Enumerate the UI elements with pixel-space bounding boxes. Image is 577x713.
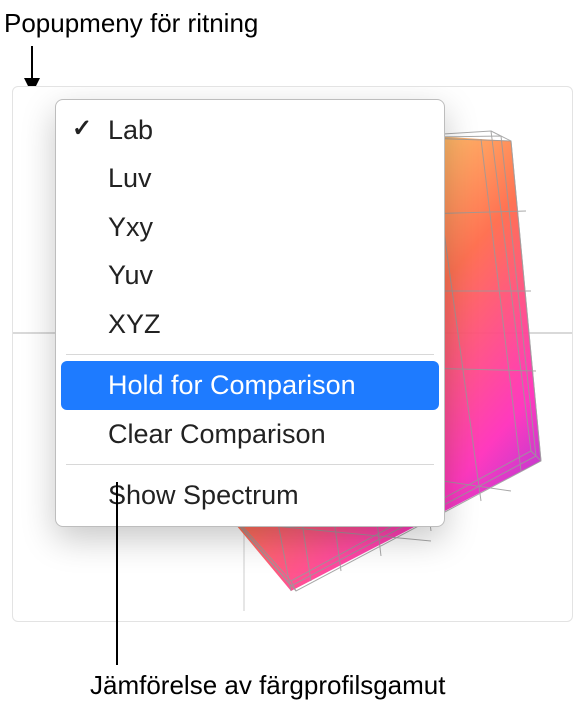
menu-item-label: Show Spectrum	[108, 477, 299, 513]
gamut-viewer[interactable]: ✓ Lab Luv Yxy Yuv XYZ Hold for Compariso…	[12, 86, 573, 622]
menu-item-label: Yuv	[108, 257, 153, 293]
menu-item-lab[interactable]: ✓ Lab	[56, 106, 444, 154]
menu-item-luv[interactable]: Luv	[56, 154, 444, 202]
menu-item-yuv[interactable]: Yuv	[56, 251, 444, 299]
menu-item-yxy[interactable]: Yxy	[56, 203, 444, 251]
plot-popup-menu: ✓ Lab Luv Yxy Yuv XYZ Hold for Compariso…	[55, 99, 445, 527]
checkmark-icon: ✓	[72, 113, 92, 145]
callout-label-top: Popupmeny för ritning	[4, 8, 258, 39]
menu-item-label: Luv	[108, 160, 152, 196]
menu-item-hold-comparison[interactable]: Hold for Comparison	[61, 361, 439, 409]
callout-line-icon	[116, 482, 118, 665]
menu-item-clear-comparison[interactable]: Clear Comparison	[56, 410, 444, 458]
menu-item-label: Hold for Comparison	[108, 367, 356, 403]
menu-item-label: Clear Comparison	[108, 416, 326, 452]
menu-item-label: Lab	[108, 112, 153, 148]
menu-item-show-spectrum[interactable]: Show Spectrum	[56, 471, 444, 519]
callout-label-bottom: Jämförelse av färgprofilsgamut	[90, 670, 445, 701]
menu-separator	[66, 464, 434, 465]
menu-item-label: XYZ	[108, 306, 161, 342]
menu-item-label: Yxy	[108, 209, 153, 245]
menu-separator	[66, 354, 434, 355]
menu-item-xyz[interactable]: XYZ	[56, 300, 444, 348]
